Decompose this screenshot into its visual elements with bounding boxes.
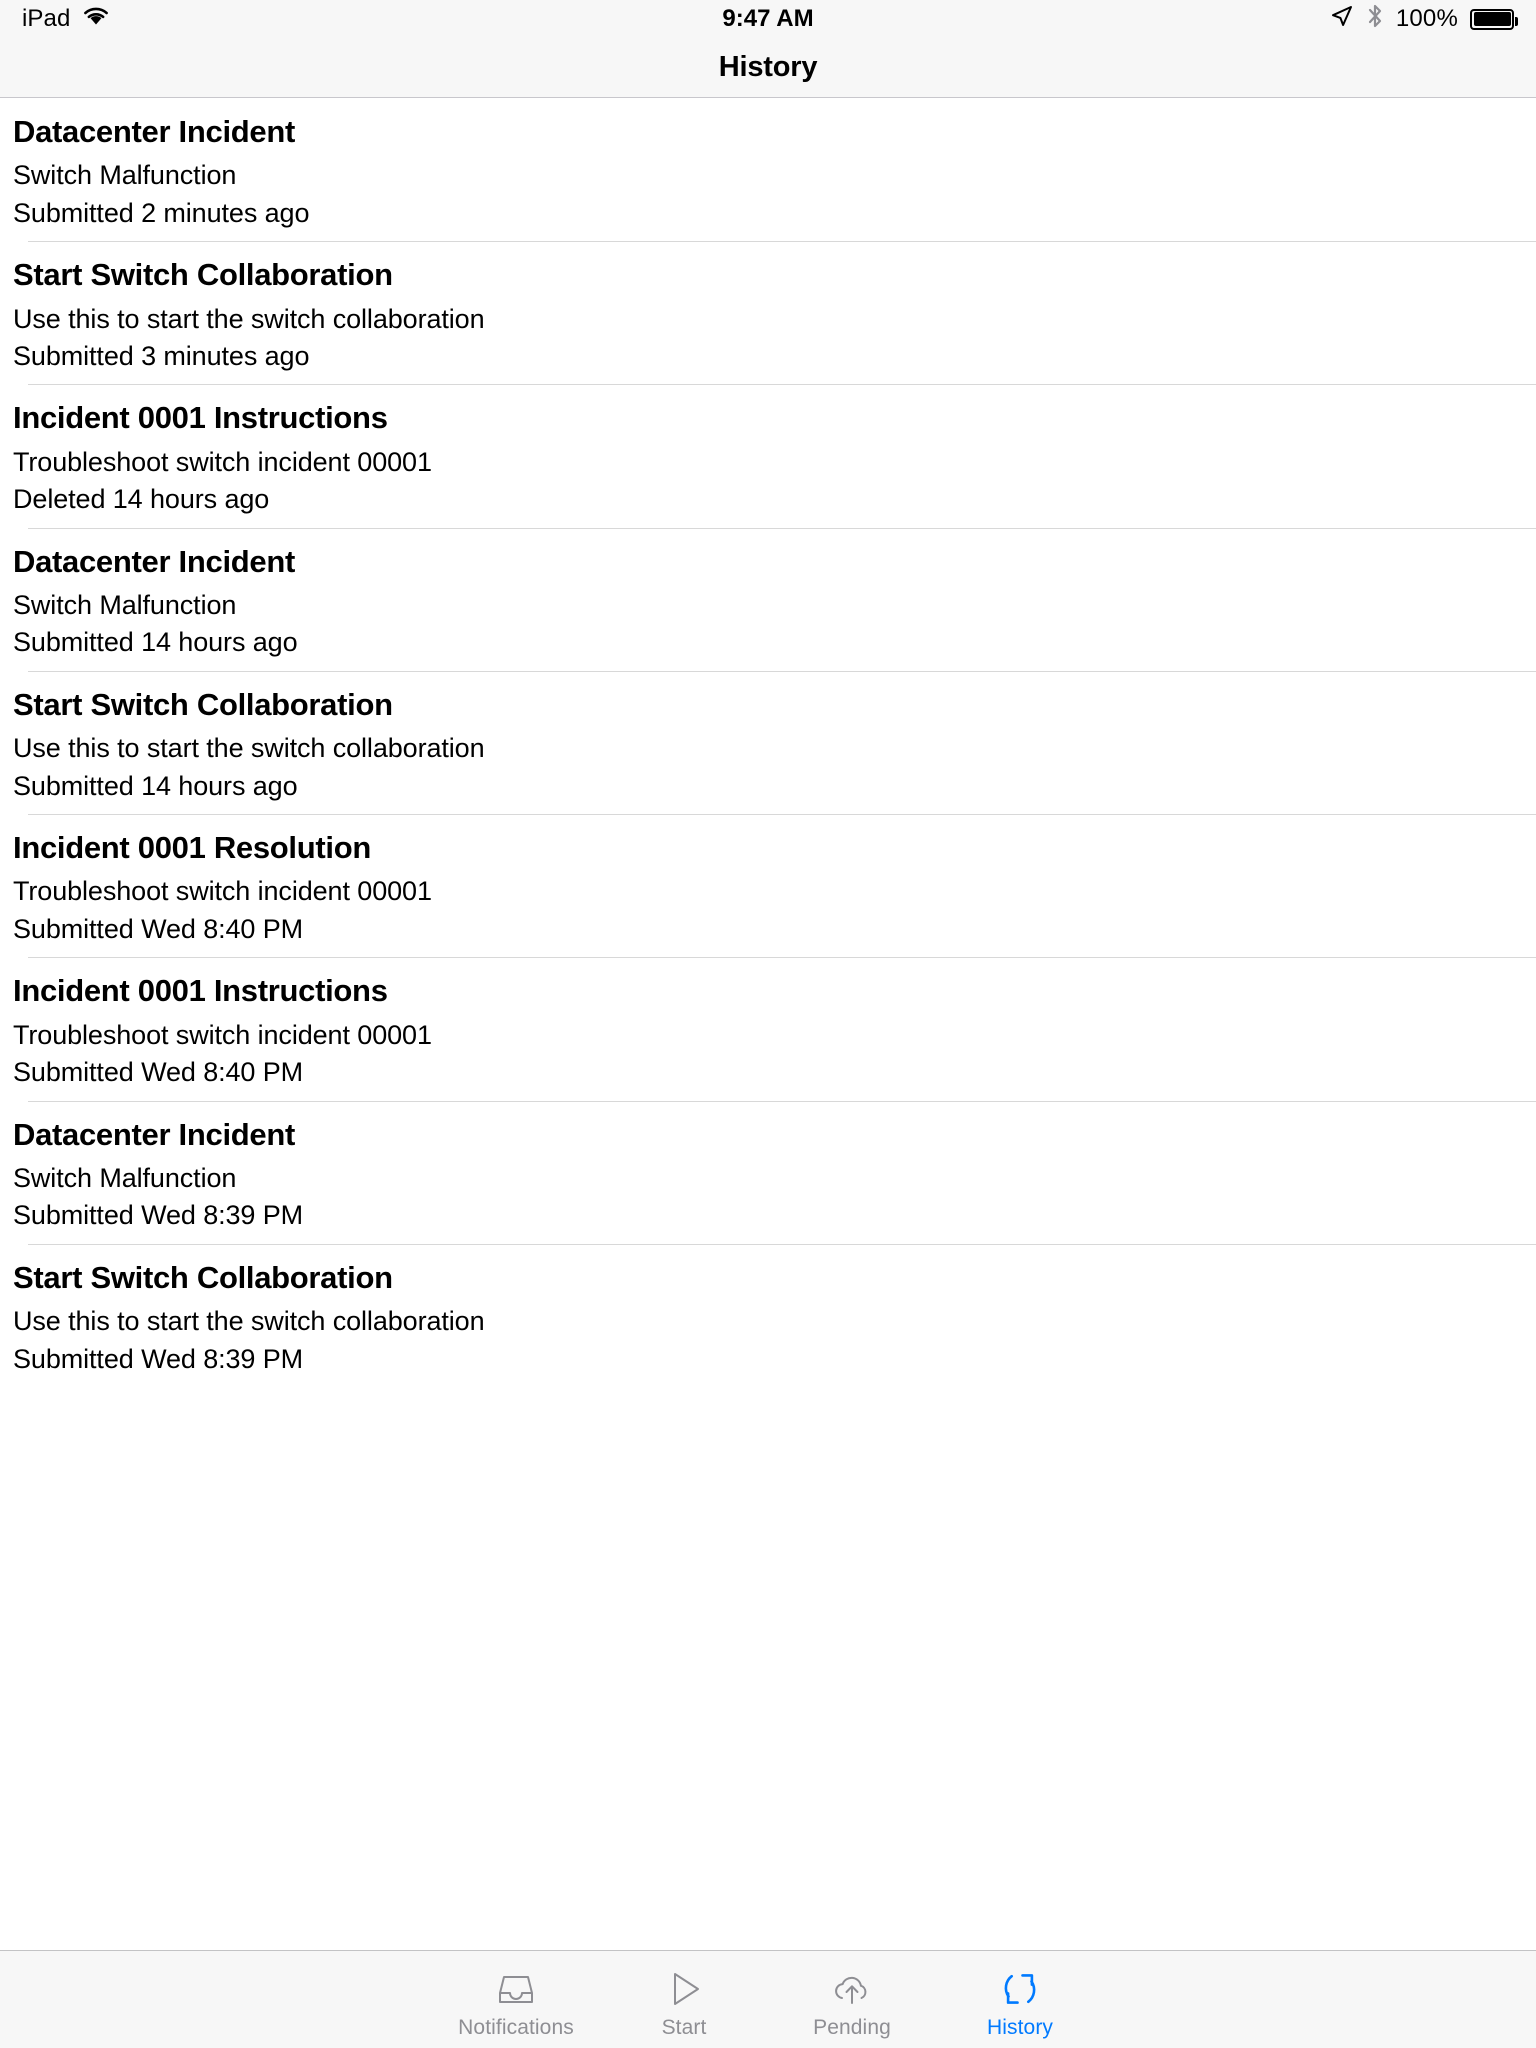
list-item-title: Incident 0001 Instructions	[13, 973, 388, 1009]
list-item-subtitle: Troubleshoot switch incident 00001	[13, 446, 432, 477]
history-list[interactable]: Datacenter Incident Switch Malfunction S…	[0, 98, 1536, 1950]
list-item-subtitle: Troubleshoot switch incident 00001	[13, 876, 432, 907]
list-item-title: Datacenter Incident	[13, 1116, 295, 1152]
list-item-meta: Submitted Wed 8:39 PM	[13, 1343, 304, 1374]
list-item[interactable]: Start Switch Collaboration Use this to s…	[0, 241, 1536, 384]
tab-label: History	[986, 2016, 1054, 2039]
list-item[interactable]: Start Switch Collaboration Use this to s…	[0, 670, 1536, 814]
list-item-meta: Submitted Wed 8:39 PM	[13, 1200, 304, 1231]
device-name-label: iPad	[22, 5, 71, 32]
list-item-title: Datacenter Incident	[13, 114, 295, 149]
navigation-bar: History	[0, 38, 1536, 98]
list-item[interactable]: Datacenter Incident Switch Malfunction S…	[0, 527, 1536, 671]
tab-label: Notifications	[458, 2016, 574, 2039]
list-item-subtitle: Switch Malfunction	[13, 1162, 237, 1193]
list-item-subtitle: Switch Malfunction	[13, 160, 237, 191]
status-bar-left: iPad	[22, 5, 110, 34]
list-item[interactable]: Incident 0001 Instructions Troubleshoot …	[0, 957, 1536, 1100]
cloud-upload-icon	[830, 1967, 874, 2011]
play-triangle-icon	[662, 1967, 706, 2011]
list-item-subtitle: Switch Malfunction	[13, 590, 237, 620]
status-bar-right: 100%	[1330, 3, 1518, 36]
tab-start[interactable]: Start	[600, 1951, 768, 2048]
tab-pending[interactable]: Pending	[768, 1951, 936, 2048]
tab-bar-spacer-left	[0, 1951, 432, 2048]
list-item-meta: Deleted 14 hours ago	[13, 484, 270, 515]
list-item-meta: Submitted 3 minutes ago	[13, 341, 310, 371]
wifi-icon	[82, 5, 110, 34]
list-item-meta: Submitted 14 hours ago	[13, 770, 298, 801]
list-item-subtitle: Troubleshoot switch incident 00001	[13, 1019, 432, 1050]
list-item-meta: Submitted Wed 8:40 PM	[13, 913, 304, 944]
location-arrow-icon	[1330, 4, 1354, 35]
list-item-title: Incident 0001 Resolution	[13, 830, 371, 866]
tab-bar-spacer-right	[1104, 1951, 1536, 2048]
refresh-sync-icon	[998, 1967, 1042, 2011]
list-item[interactable]: Incident 0001 Instructions Troubleshoot …	[0, 384, 1536, 527]
tab-history[interactable]: History	[936, 1951, 1104, 2048]
tab-label: Pending	[813, 2016, 891, 2039]
battery-full-icon	[1470, 8, 1518, 30]
list-item[interactable]: Start Switch Collaboration Use this to s…	[0, 1243, 1536, 1387]
inbox-tray-icon	[494, 1967, 538, 2011]
list-item-title: Incident 0001 Instructions	[13, 400, 388, 436]
tab-bar: Notifications Start Pending History	[0, 1950, 1536, 2048]
list-item-meta: Submitted 14 hours ago	[13, 627, 298, 658]
list-item-title: Start Switch Collaboration	[13, 1259, 393, 1295]
list-item[interactable]: Datacenter Incident Switch Malfunction S…	[0, 98, 1536, 241]
list-item[interactable]: Datacenter Incident Switch Malfunction S…	[0, 1100, 1536, 1244]
list-item-subtitle: Use this to start the switch collaborati…	[13, 1306, 485, 1337]
tab-label: Start	[661, 2016, 707, 2039]
list-item-subtitle: Use this to start the switch collaborati…	[13, 303, 485, 334]
status-bar: iPad 9:47 AM 100%	[0, 0, 1536, 38]
list-item-title: Start Switch Collaboration	[13, 257, 393, 293]
tab-notifications[interactable]: Notifications	[432, 1951, 600, 2048]
list-item-subtitle: Use this to start the switch collaborati…	[13, 733, 485, 764]
bluetooth-icon	[1366, 3, 1384, 36]
battery-percent-label: 100%	[1395, 5, 1458, 32]
list-item-meta: Submitted Wed 8:40 PM	[13, 1057, 304, 1088]
page-title: History	[718, 51, 818, 83]
list-item[interactable]: Incident 0001 Resolution Troubleshoot sw…	[0, 814, 1536, 957]
list-item-meta: Submitted 2 minutes ago	[13, 197, 310, 228]
list-item-title: Start Switch Collaboration	[13, 686, 393, 722]
status-bar-clock: 9:47 AM	[0, 0, 1536, 38]
clock-label: 9:47 AM	[722, 5, 814, 32]
list-item-title: Datacenter Incident	[13, 543, 295, 579]
app-screen: iPad 9:47 AM 100% History Datacenter Inc…	[0, 0, 1536, 2048]
